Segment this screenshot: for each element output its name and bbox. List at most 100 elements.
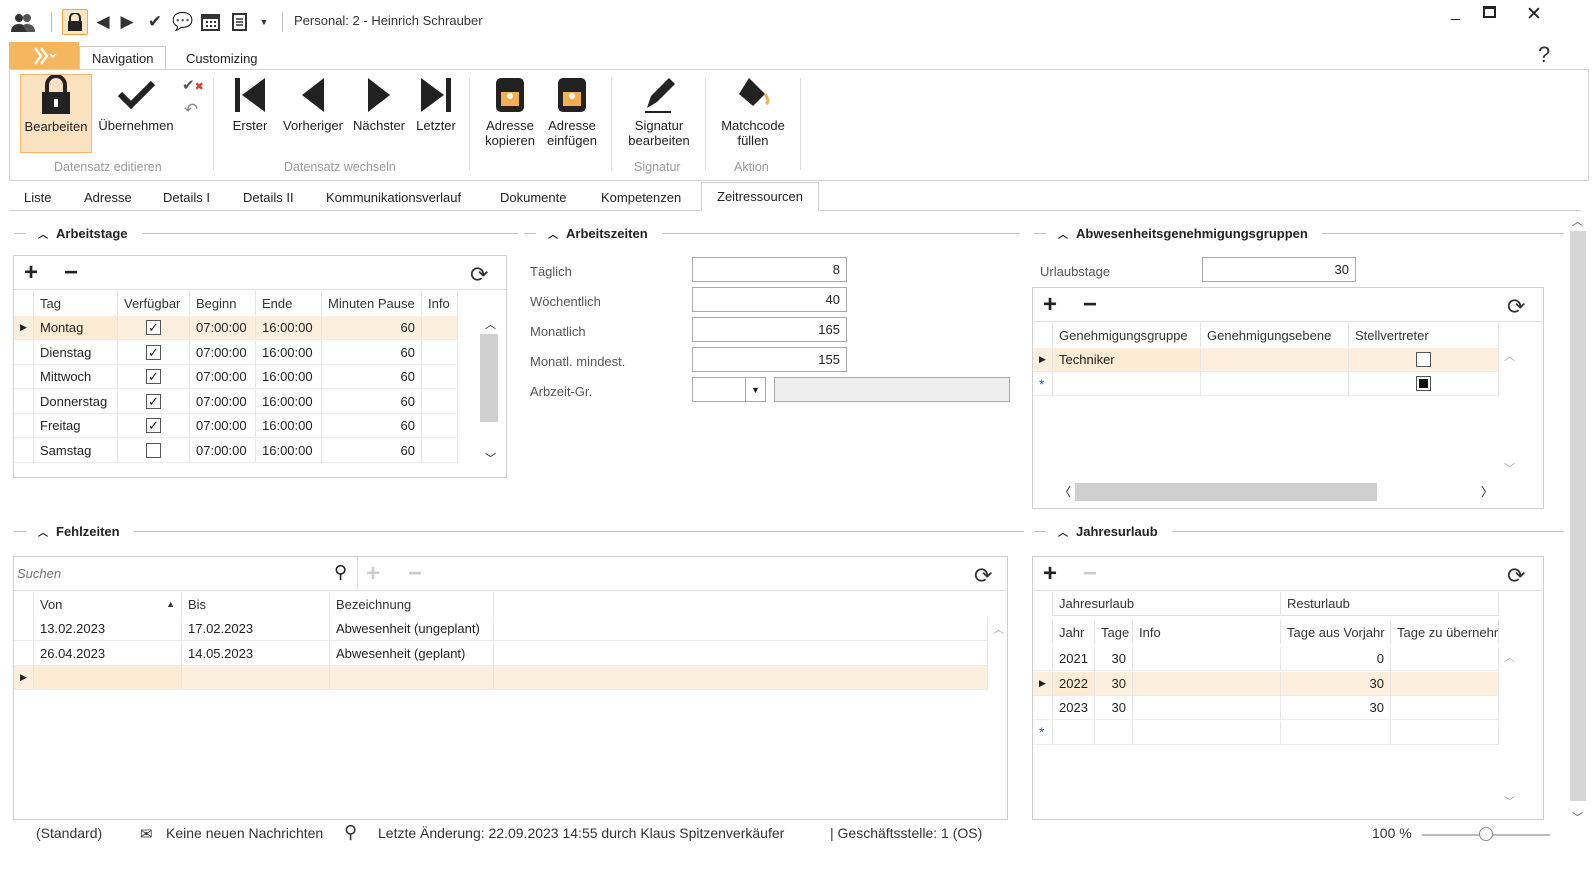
- new-row-ebene[interactable]: [1201, 372, 1349, 396]
- col-minuten-pause[interactable]: Minuten Pause: [322, 291, 422, 315]
- add-icon[interactable]: +: [1043, 293, 1057, 317]
- beginn-cell[interactable]: 07:00:00: [190, 414, 256, 439]
- new-uebernehmen-cell[interactable]: [1391, 720, 1499, 745]
- tag-cell[interactable]: Montag: [34, 316, 118, 340]
- tage-cell[interactable]: 30: [1095, 647, 1133, 671]
- undo-icon[interactable]: ↶: [184, 100, 198, 120]
- von-cell[interactable]: 26.04.2023: [34, 641, 182, 666]
- gruppen-hscroll-thumb[interactable]: [1075, 483, 1377, 501]
- chevron-down-icon[interactable]: ▼: [745, 378, 765, 401]
- ende-cell[interactable]: 16:00:00: [256, 439, 322, 463]
- remove-icon[interactable]: −: [408, 562, 422, 586]
- info-cell[interactable]: [1133, 696, 1281, 721]
- verfuegbar-cell[interactable]: ✓: [118, 389, 190, 414]
- gruppe-cell[interactable]: Techniker: [1053, 348, 1201, 372]
- bis-cell[interactable]: 17.02.2023: [182, 617, 330, 641]
- close-icon[interactable]: ✕: [1526, 3, 1542, 26]
- uebernehmen-cell[interactable]: [1391, 647, 1499, 671]
- ende-cell[interactable]: 16:00:00: [256, 316, 322, 340]
- tab-customizing[interactable]: Customizing: [174, 46, 270, 70]
- check-icon[interactable]: ✔: [144, 10, 166, 34]
- search-icon[interactable]: ⚲: [344, 822, 357, 843]
- section-arbeitstage[interactable]: ︿ Arbeitstage: [14, 223, 518, 243]
- col-ende[interactable]: Ende: [256, 291, 322, 315]
- vorjahr-cell[interactable]: 30: [1281, 671, 1391, 696]
- ende-cell[interactable]: 16:00:00: [256, 340, 322, 365]
- collapse-icon[interactable]: ︿: [548, 226, 558, 241]
- next-icon[interactable]: ▶: [120, 10, 134, 34]
- add-icon[interactable]: +: [24, 261, 38, 285]
- fehlzeiten-scrollbar[interactable]: ︿: [988, 617, 1006, 817]
- new-row-stellvertreter[interactable]: [1349, 372, 1499, 396]
- lock-icon[interactable]: [62, 9, 88, 35]
- tag-cell[interactable]: Freitag: [34, 414, 118, 439]
- info-cell[interactable]: [422, 340, 458, 365]
- previous-icon[interactable]: ◀: [96, 10, 110, 34]
- monatlich-field[interactable]: 165: [692, 317, 847, 342]
- help-icon[interactable]: ?: [1538, 42, 1550, 68]
- col-info[interactable]: Info: [1133, 620, 1281, 644]
- tag-cell[interactable]: Mittwoch: [34, 365, 118, 390]
- col-tage[interactable]: Tage: [1095, 620, 1133, 644]
- verfuegbar-cell[interactable]: ✓: [118, 414, 190, 439]
- scroll-up-icon[interactable]: ︿: [1504, 649, 1515, 665]
- section-fehlzeiten[interactable]: ︿ Fehlzeiten: [14, 521, 1024, 541]
- new-bis-cell[interactable]: [182, 666, 330, 691]
- taeglich-field[interactable]: 8: [692, 257, 847, 282]
- col-genehmigungsebene[interactable]: Genehmigungsebene: [1201, 323, 1349, 347]
- scroll-up-icon[interactable]: ︿: [1504, 348, 1515, 364]
- beginn-cell[interactable]: 07:00:00: [190, 340, 256, 365]
- pause-cell[interactable]: 60: [322, 389, 422, 414]
- signatur-bearbeiten-button[interactable]: Signatur bearbeiten: [621, 74, 697, 154]
- content-scroll-thumb[interactable]: [1570, 231, 1586, 801]
- new-row-gruppe[interactable]: [1053, 372, 1201, 396]
- info-cell[interactable]: [1133, 671, 1281, 696]
- tab-liste[interactable]: Liste: [9, 184, 66, 211]
- content-scrollbar[interactable]: ︿ ﹀: [1568, 211, 1586, 836]
- chat-icon[interactable]: 💬: [172, 10, 194, 34]
- info-cell[interactable]: [422, 365, 458, 390]
- collapse-icon[interactable]: ︿: [38, 226, 48, 241]
- col-genehmigungsgruppe[interactable]: Genehmigungsgruppe: [1053, 323, 1201, 347]
- pause-cell[interactable]: 60: [322, 414, 422, 439]
- naechster-button[interactable]: Nächster: [348, 74, 410, 154]
- pause-cell[interactable]: 60: [322, 439, 422, 463]
- woechentlich-field[interactable]: 40: [692, 287, 847, 312]
- verfuegbar-cell[interactable]: ✓: [118, 340, 190, 365]
- arbeitstage-scroll-thumb[interactable]: [480, 334, 498, 422]
- new-vorjahr-cell[interactable]: [1281, 720, 1391, 745]
- urlaubstage-field[interactable]: 30: [1202, 257, 1356, 282]
- new-tage-cell[interactable]: [1095, 720, 1133, 745]
- col-bis[interactable]: Bis: [182, 592, 330, 616]
- bezeichnung-cell[interactable]: Abwesenheit (ungeplant): [330, 617, 494, 641]
- monatl-mindest-field[interactable]: 155: [692, 347, 847, 372]
- info-cell[interactable]: [422, 439, 458, 463]
- messages-status[interactable]: Keine neuen Nachrichten: [166, 825, 323, 841]
- collapse-icon[interactable]: ︿: [1058, 226, 1068, 241]
- scroll-down-icon[interactable]: ﹀: [1504, 793, 1515, 809]
- bearbeiten-button[interactable]: Bearbeiten: [20, 74, 92, 153]
- arbzeit-gr-select[interactable]: ▼: [692, 377, 766, 402]
- add-icon[interactable]: +: [366, 562, 380, 586]
- tab-adresse[interactable]: Adresse: [69, 184, 147, 211]
- new-bezeichnung-cell[interactable]: [330, 666, 494, 691]
- tab-kommunikationsverlauf[interactable]: Kommunikationsverlauf: [311, 184, 476, 211]
- col-tag[interactable]: Tag: [34, 291, 118, 315]
- tab-dokumente[interactable]: Dokumente: [485, 184, 581, 211]
- envelope-icon[interactable]: ✉: [140, 825, 153, 843]
- adresse-kopieren-button[interactable]: Adresse kopieren: [478, 74, 542, 154]
- beginn-cell[interactable]: 07:00:00: [190, 365, 256, 390]
- tag-cell[interactable]: Samstag: [34, 439, 118, 463]
- refresh-icon[interactable]: ⟳: [1507, 294, 1525, 320]
- verfuegbar-cell[interactable]: [118, 439, 190, 463]
- scroll-left-icon[interactable]: 〈: [1059, 483, 1071, 500]
- new-jahr-cell[interactable]: [1053, 720, 1095, 745]
- vorjahr-cell[interactable]: 30: [1281, 696, 1391, 721]
- minimize-icon[interactable]: _: [1451, 4, 1460, 22]
- tab-details-1[interactable]: Details I: [148, 184, 225, 211]
- info-cell[interactable]: [422, 389, 458, 414]
- scroll-right-icon[interactable]: 〉: [1481, 483, 1493, 500]
- info-cell[interactable]: [422, 414, 458, 439]
- calendar-icon[interactable]: [199, 10, 221, 34]
- refresh-icon[interactable]: ⟳: [470, 262, 488, 288]
